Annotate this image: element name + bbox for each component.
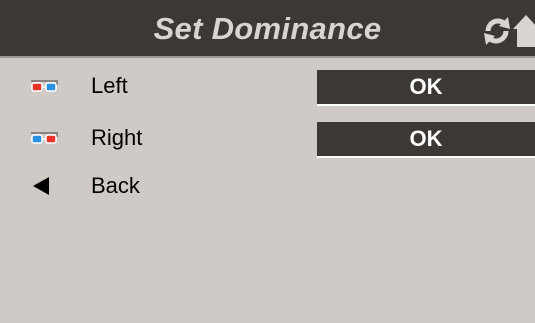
menu-row-back[interactable]: Back [0, 160, 535, 212]
refresh-icon[interactable] [480, 14, 514, 48]
home-icon[interactable] [513, 13, 535, 49]
menu-row-right[interactable]: Right OK [0, 112, 535, 164]
3d-glasses-icon [31, 80, 58, 92]
row-label-left: Left [91, 73, 128, 98]
row-label-back: Back [91, 173, 140, 198]
3d-glasses-icon [31, 132, 58, 144]
right-ok-button[interactable]: OK [317, 122, 535, 158]
back-arrow-icon [33, 177, 49, 195]
page-title: Set Dominance [153, 11, 382, 46]
row-label-right: Right [91, 125, 143, 150]
header-bar: Set Dominance [0, 0, 535, 58]
menu-row-left[interactable]: Left OK [0, 60, 535, 112]
screen: Set Dominance Left OK Right OK Back [0, 0, 535, 323]
left-ok-button[interactable]: OK [317, 70, 535, 106]
